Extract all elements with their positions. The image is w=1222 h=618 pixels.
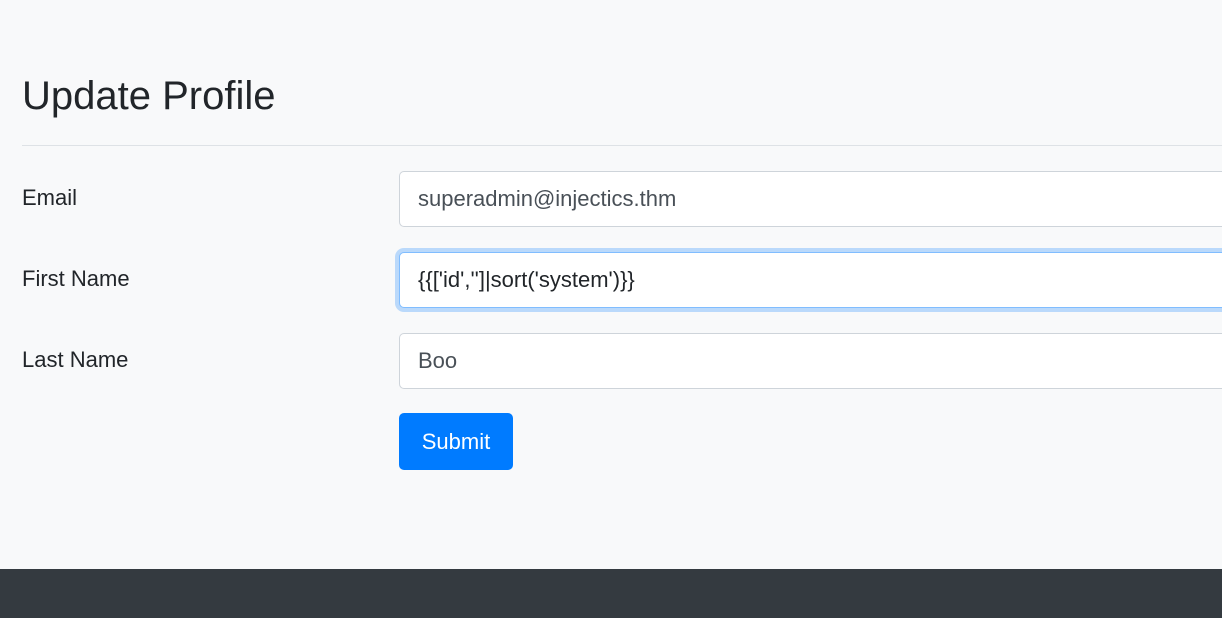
- page-footer: [0, 569, 1222, 618]
- email-row: Email: [22, 171, 1222, 227]
- email-label: Email: [22, 185, 78, 210]
- submit-button[interactable]: Submit: [399, 413, 513, 470]
- first-name-label: First Name: [22, 266, 130, 291]
- title-divider: [22, 145, 1222, 146]
- email-field[interactable]: [399, 171, 1222, 227]
- last-name-field[interactable]: [399, 333, 1222, 389]
- first-name-row: First Name: [22, 252, 1222, 308]
- update-profile-page: Update Profile Email First Name Last Nam…: [0, 0, 1222, 618]
- page-title: Update Profile: [22, 74, 276, 118]
- last-name-label: Last Name: [22, 347, 129, 372]
- last-name-row: Last Name: [22, 333, 1222, 389]
- first-name-field[interactable]: [399, 252, 1222, 308]
